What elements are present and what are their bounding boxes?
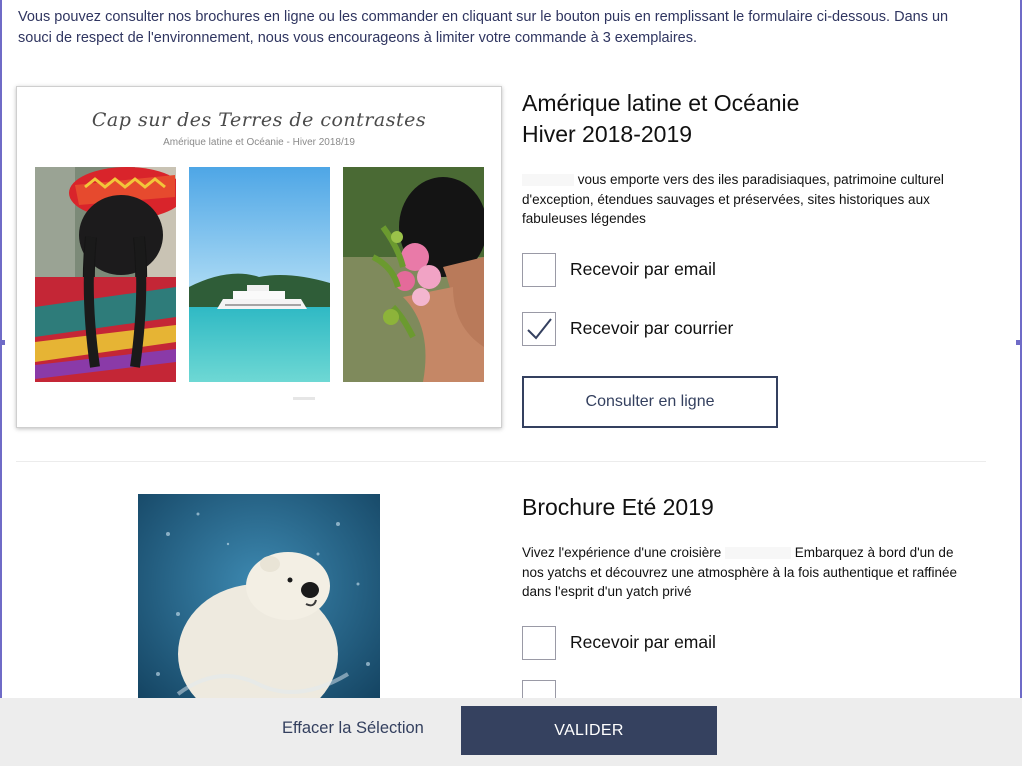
email-checkbox-label: Recevoir par email (570, 632, 716, 652)
option-email[interactable]: Recevoir par email (522, 252, 992, 287)
consult-online-button[interactable]: Consulter en ligne (522, 375, 778, 428)
cover-photo-cruise-ship (189, 167, 330, 382)
redacted-text (522, 174, 574, 187)
brochure-info: Brochure Eté 2019 Vivez l'expérience d'u… (522, 492, 992, 714)
cover-photo-peruvian-woman (35, 167, 176, 382)
checkmark-icon (527, 317, 552, 340)
brochure-card-summer-2019: Brochure Eté 2019 Vivez l'expérience d'u… (0, 480, 1022, 720)
brochure-title-line1: Amérique latine et Océanie (522, 90, 800, 116)
intro-text: Vous pouvez consulter nos brochures en l… (18, 9, 949, 46)
cover-script-title: Cap sur des Terres de contrastes (91, 109, 427, 131)
option-email[interactable]: Recevoir par email (522, 625, 992, 660)
mail-checkbox-label: Recevoir par courrier (570, 318, 734, 338)
brochure-card-latin-america: Cap sur des Terres de contrastes Amériqu… (0, 84, 1022, 434)
brochure-cover-image[interactable]: Cap sur des Terres de contrastes Amériqu… (16, 86, 502, 428)
footer-action-bar: Effacer la Sélection VALIDER (0, 698, 1022, 766)
redacted-text (725, 547, 792, 560)
clear-selection-link[interactable]: Effacer la Sélection (282, 719, 424, 738)
brochure-cover-image[interactable] (138, 494, 380, 720)
brochure-description: vous emporte vers des iles paradisiaques… (522, 172, 944, 226)
submit-button[interactable]: VALIDER (461, 706, 717, 755)
cover-subtitle: Amérique latine et Océanie - Hiver 2018/… (163, 137, 355, 148)
brochure-title: Amérique latine et Océanie Hiver 2018-20… (522, 88, 992, 150)
brochure-description: Vivez l'expérience d'une croisière Embar… (522, 545, 958, 599)
brochure-title: Brochure Eté 2019 (522, 494, 714, 520)
email-checkbox[interactable] (522, 252, 556, 287)
carousel-indicator (293, 397, 315, 400)
option-mail[interactable]: Recevoir par courrier (522, 311, 992, 346)
cover-photo-woman-flowers (343, 167, 484, 382)
brochure-title-line2: Hiver 2018-2019 (522, 121, 693, 147)
email-checkbox-label: Recevoir par email (570, 259, 716, 279)
mail-checkbox[interactable] (522, 311, 556, 346)
section-divider (16, 461, 986, 462)
brochure-info: Amérique latine et Océanie Hiver 2018-20… (522, 88, 992, 428)
email-checkbox[interactable] (522, 625, 556, 660)
